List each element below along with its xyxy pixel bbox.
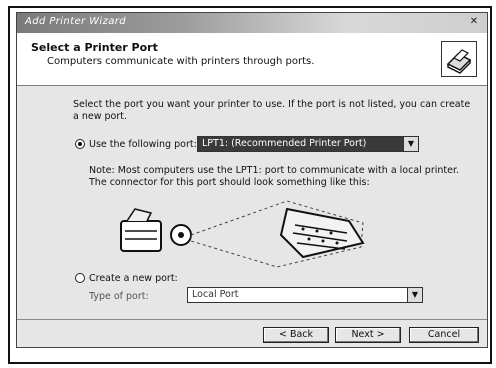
use-existing-port-label[interactable]: Use the following port: xyxy=(89,139,197,150)
use-existing-port-radio[interactable] xyxy=(75,139,85,149)
back-button[interactable]: < Back xyxy=(263,327,329,343)
footer-divider xyxy=(17,319,487,320)
next-button[interactable]: Next > xyxy=(335,327,401,343)
cancel-button[interactable]: Cancel xyxy=(409,327,479,343)
port-type-select[interactable]: Local Port ▼ xyxy=(187,287,423,303)
chevron-down-icon[interactable]: ▼ xyxy=(403,137,418,151)
port-connector-illustration xyxy=(117,191,377,277)
add-printer-wizard-dialog: Add Printer Wizard ✕ Select a Printer Po… xyxy=(16,12,488,348)
create-new-port-radio[interactable] xyxy=(75,273,85,283)
chevron-down-icon[interactable]: ▼ xyxy=(407,288,422,302)
close-icon[interactable]: ✕ xyxy=(467,16,481,28)
window-title: Add Printer Wizard xyxy=(25,16,127,27)
port-type-value: Local Port xyxy=(192,289,239,300)
port-type-label: Type of port: xyxy=(89,291,149,302)
existing-port-select[interactable]: LPT1: (Recommended Printer Port) ▼ xyxy=(197,136,419,152)
title-bar[interactable]: Add Printer Wizard ✕ xyxy=(17,13,487,33)
printer-icon xyxy=(441,41,477,77)
port-note-text: Note: Most computers use the LPT1: port … xyxy=(89,165,460,188)
wizard-header: Select a Printer Port Computers communic… xyxy=(17,33,487,86)
intro-text: Select the port you want your printer to… xyxy=(73,99,471,122)
page-subtitle: Computers communicate with printers thro… xyxy=(47,56,315,67)
page-title: Select a Printer Port xyxy=(31,41,158,54)
existing-port-value: LPT1: (Recommended Printer Port) xyxy=(202,138,367,149)
create-new-port-label[interactable]: Create a new port: xyxy=(89,273,178,284)
